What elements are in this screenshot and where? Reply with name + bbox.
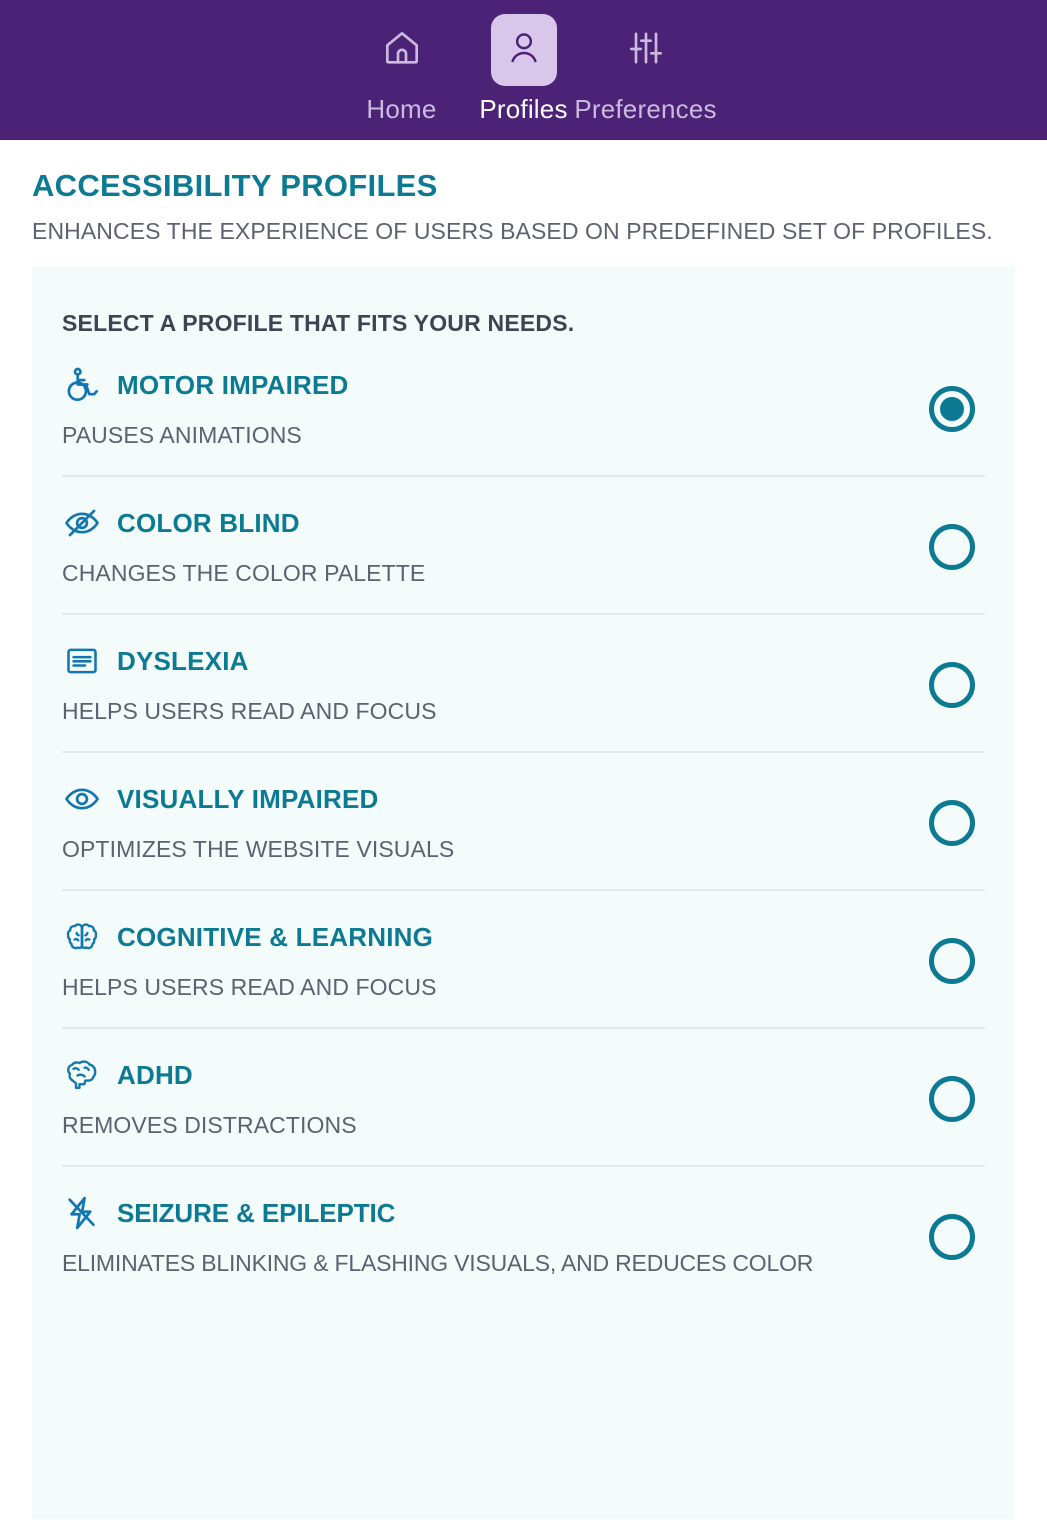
page-header: ACCESSIBILITY PROFILES ENHANCES THE EXPE… <box>0 140 1047 245</box>
profile-content: DYSLEXIA HELPS USERS READ AND FOCUS <box>62 640 929 725</box>
profile-title-line: COLOR BLIND <box>62 502 929 544</box>
profile-description: REMOVES DISTRACTIONS <box>62 1112 357 1139</box>
radio-dot <box>940 1225 964 1249</box>
profile-title: VISUALLY IMPAIRED <box>117 783 379 814</box>
profile-content: ADHD REMOVES DISTRACTIONS <box>62 1054 929 1139</box>
nav-item-home[interactable]: Home <box>341 0 463 125</box>
page-subtitle: ENHANCES THE EXPERIENCE OF USERS BASED O… <box>32 217 993 244</box>
radio-dot <box>940 811 964 835</box>
nav-label-home: Home <box>366 94 437 124</box>
card-heading: SELECT A PROFILE THAT FITS YOUR NEEDS. <box>62 310 575 337</box>
profile-description: HELPS USERS READ AND FOCUS <box>62 698 437 725</box>
page-title: ACCESSIBILITY PROFILES <box>32 168 438 203</box>
profile-title: MOTOR IMPAIRED <box>117 369 349 400</box>
profile-title-line: DYSLEXIA <box>62 640 929 682</box>
profile-radio-color-blind[interactable] <box>929 524 975 571</box>
profile-description: OPTIMIZES THE WEBSITE VISUALS <box>62 836 455 863</box>
profile-title-line: MOTOR IMPAIRED <box>62 364 929 406</box>
nav-item-profiles[interactable]: Profiles <box>463 0 585 125</box>
profile-title-line: COGNITIVE & LEARNING <box>62 916 929 958</box>
profile-radio-cognitive-learning[interactable] <box>929 938 975 985</box>
profile-row-visually-impaired[interactable]: VISUALLY IMPAIRED OPTIMIZES THE WEBSITE … <box>32 751 1015 889</box>
profile-description: CHANGES THE COLOR PALETTE <box>62 560 426 587</box>
profile-content: VISUALLY IMPAIRED OPTIMIZES THE WEBSITE … <box>62 778 929 863</box>
profile-list: MOTOR IMPAIRED PAUSES ANIMATIONS COLOR B… <box>32 337 1015 1303</box>
text-lines-icon <box>62 641 102 681</box>
profile-row-color-blind[interactable]: COLOR BLIND CHANGES THE COLOR PALETTE <box>32 475 1015 613</box>
nav-label-profiles: Profiles <box>479 94 568 124</box>
profile-title: COLOR BLIND <box>117 507 300 538</box>
radio-dot <box>940 535 964 559</box>
nav-label-preferences: Preferences <box>574 94 717 124</box>
wheelchair-icon <box>62 365 102 405</box>
profile-radio-dyslexia[interactable] <box>929 662 975 709</box>
brain-front-icon <box>62 917 102 957</box>
sliders-icon <box>626 28 666 73</box>
profile-content: MOTOR IMPAIRED PAUSES ANIMATIONS <box>62 364 929 449</box>
profile-title-line: SEIZURE & EPILEPTIC <box>62 1192 929 1234</box>
profile-row-dyslexia[interactable]: DYSLEXIA HELPS USERS READ AND FOCUS <box>32 613 1015 751</box>
profile-row-adhd[interactable]: ADHD REMOVES DISTRACTIONS <box>32 1027 1015 1165</box>
radio-dot <box>940 397 964 422</box>
profile-content: COLOR BLIND CHANGES THE COLOR PALETTE <box>62 502 929 587</box>
profile-radio-visually-impaired[interactable] <box>929 800 975 847</box>
profile-radio-motor-impaired[interactable] <box>929 386 975 433</box>
eye-off-icon <box>62 503 102 543</box>
radio-dot <box>940 673 964 697</box>
profile-content: SEIZURE & EPILEPTIC ELIMINATES BLINKING … <box>62 1192 929 1277</box>
profile-description: PAUSES ANIMATIONS <box>62 422 302 449</box>
profile-title: ADHD <box>117 1059 193 1090</box>
profile-description: HELPS USERS READ AND FOCUS <box>62 974 437 1001</box>
eye-icon <box>62 779 102 819</box>
profile-title: COGNITIVE & LEARNING <box>117 921 434 952</box>
profile-title: SEIZURE & EPILEPTIC <box>117 1197 396 1228</box>
profile-row-motor-impaired[interactable]: MOTOR IMPAIRED PAUSES ANIMATIONS <box>32 337 1015 475</box>
brain-side-icon <box>62 1055 102 1095</box>
home-icon-container <box>369 14 435 86</box>
radio-dot <box>940 949 964 973</box>
profile-row-cognitive-learning[interactable]: COGNITIVE & LEARNING HELPS USERS READ AN… <box>32 889 1015 1027</box>
profiles-icon-container <box>490 14 557 86</box>
profile-description: ELIMINATES BLINKING & FLASHING VISUALS, … <box>62 1250 814 1277</box>
home-icon <box>382 28 422 73</box>
profile-title-line: ADHD <box>62 1054 929 1096</box>
profile-row-seizure-epileptic[interactable]: SEIZURE & EPILEPTIC ELIMINATES BLINKING … <box>32 1165 1015 1303</box>
top-navigation-bar: Home Profiles Preferences <box>0 0 1047 140</box>
profile-radio-seizure-epileptic[interactable] <box>929 1214 975 1261</box>
radio-dot <box>940 1087 964 1111</box>
preferences-icon-container <box>613 14 679 86</box>
person-icon <box>504 28 544 73</box>
profile-title-line: VISUALLY IMPAIRED <box>62 778 929 820</box>
profiles-card: SELECT A PROFILE THAT FITS YOUR NEEDS. M… <box>32 267 1015 1520</box>
profile-title: DYSLEXIA <box>117 645 249 676</box>
bolt-slash-icon <box>62 1193 102 1233</box>
profile-radio-adhd[interactable] <box>929 1076 975 1123</box>
nav-item-preferences[interactable]: Preferences <box>574 0 717 125</box>
profile-content: COGNITIVE & LEARNING HELPS USERS READ AN… <box>62 916 929 1001</box>
